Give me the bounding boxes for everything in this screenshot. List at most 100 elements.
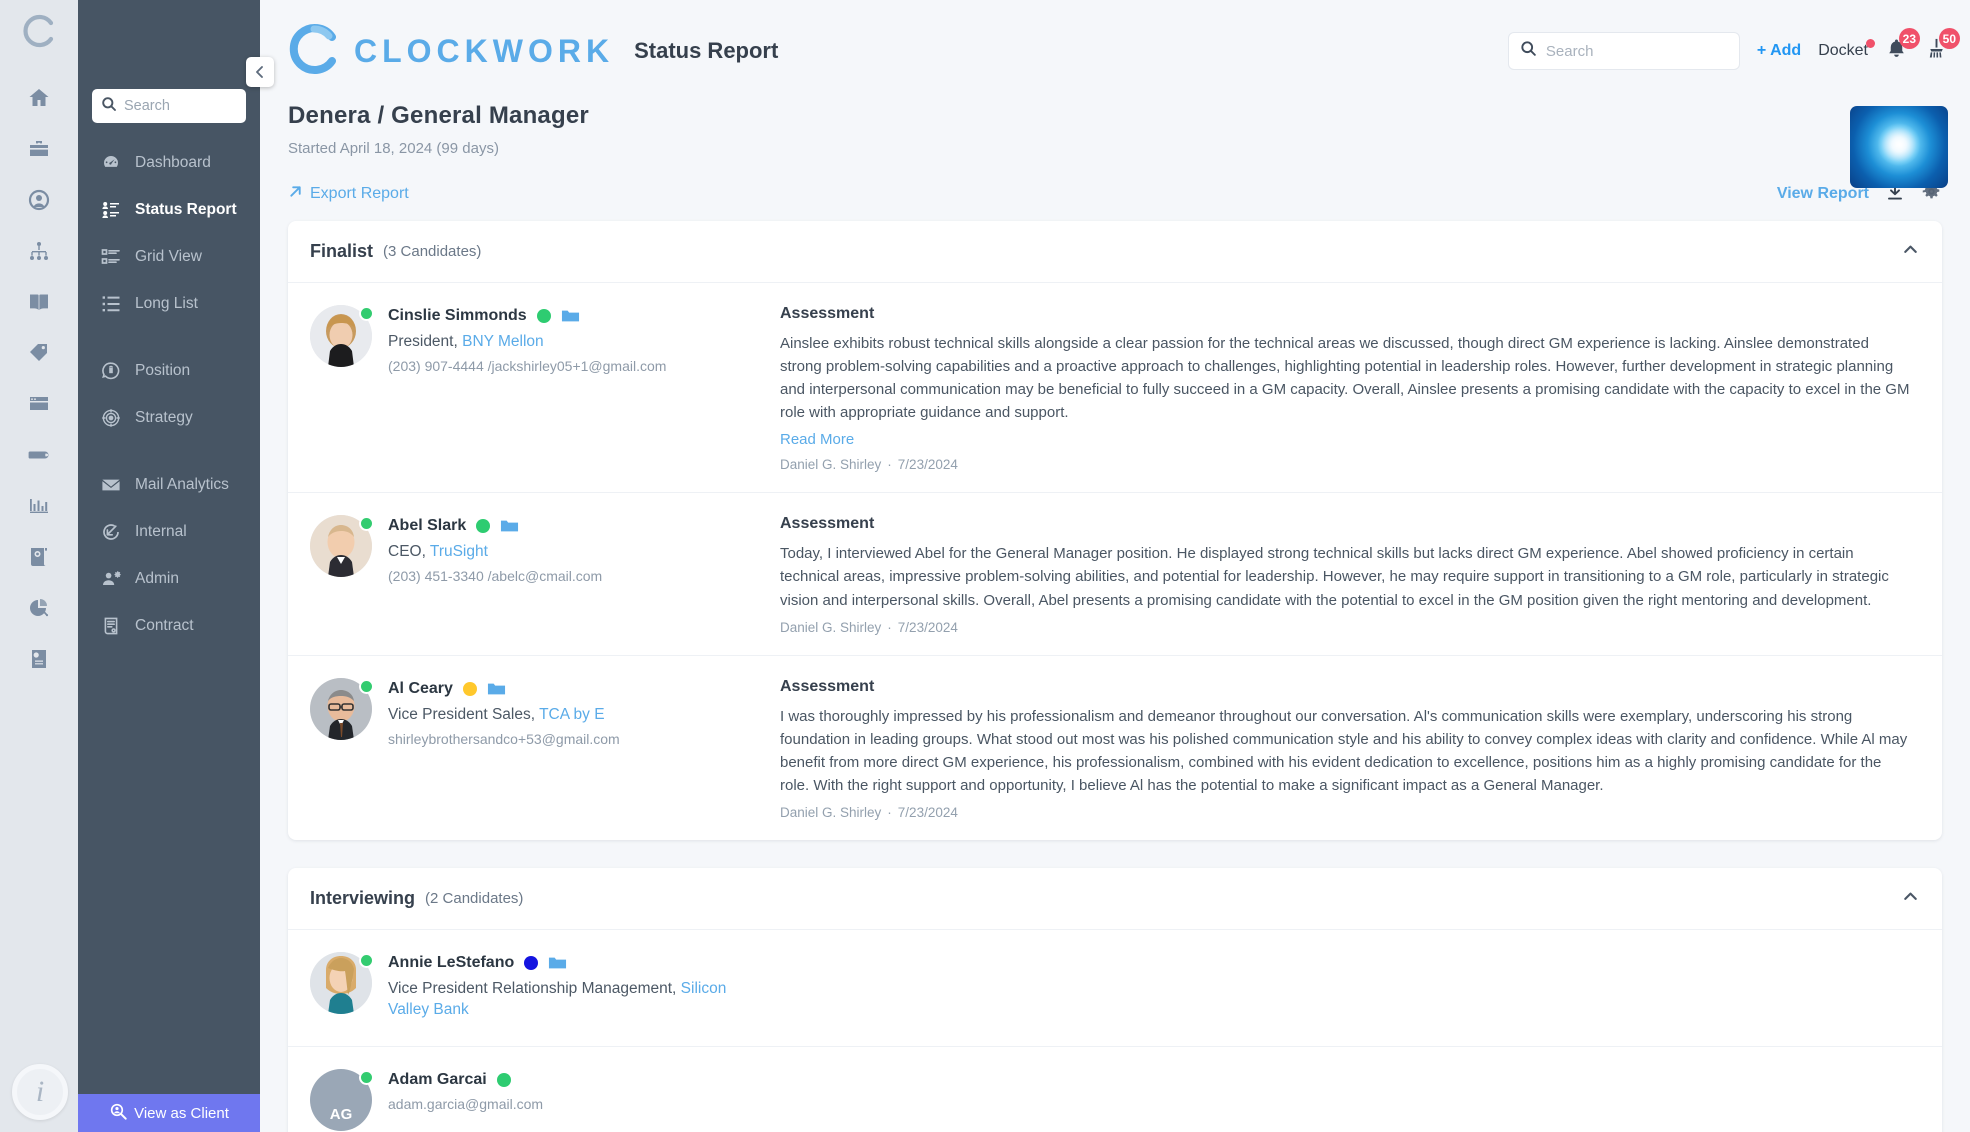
sidebar-item-label: Internal [135,523,187,541]
candidate-name-row: Cinslie Simmonds [388,307,666,325]
view-as-client-button[interactable]: View as Client [78,1094,260,1132]
page-section-title: Status Report [634,38,778,64]
candidate-name[interactable]: Abel Slark [388,517,466,535]
section-header[interactable]: Interviewing (2 Candidates) [288,868,1942,930]
view-as-client-icon [109,1102,128,1125]
home-icon[interactable] [16,75,62,121]
person-circle-icon[interactable] [16,177,62,223]
sidebar-item-label: Mail Analytics [135,476,229,494]
book-icon[interactable] [16,279,62,325]
bar-chart-icon[interactable] [16,483,62,529]
top-bar-actions: + Add Docket 23 50 [1508,32,1948,70]
certificate-icon[interactable] [16,534,62,580]
sidebar-item-contract[interactable]: Contract [78,602,260,649]
global-search-input[interactable] [1546,43,1728,60]
docket-button[interactable]: Docket [1818,42,1868,60]
candidate-name[interactable]: Al Ceary [388,680,453,698]
admin-gear-person-icon [100,569,122,589]
card-icon[interactable] [16,432,62,478]
view-as-client-label: View as Client [134,1105,229,1122]
avatar[interactable]: AG [310,1069,372,1131]
tasks-button[interactable]: 50 [1925,37,1948,65]
assessment-meta: Daniel G. Shirley·7/23/2024 [780,457,1914,472]
sidebar-item-strategy[interactable]: Strategy [78,394,260,441]
page-title: Denera / General Manager [288,102,1942,130]
sidebar-item-admin[interactable]: Admin [78,555,260,602]
sidebar-collapse-button[interactable] [246,57,274,87]
sidebar-item-label: Dashboard [135,154,211,172]
bell-icon [1885,47,1908,64]
report-action-row: Export Report View Report [260,157,1970,221]
nav-divider [78,441,260,461]
candidate-info: Adam Garcai adam.garcia@gmail.com [388,1069,543,1131]
avatar[interactable] [310,952,372,1014]
avatar[interactable] [310,305,372,367]
assessment-heading: Assessment [780,515,1914,533]
candidate-name[interactable]: Adam Garcai [388,1071,487,1089]
candidate-title-prefix: President, [388,333,462,350]
presence-dot [359,516,374,531]
global-search[interactable] [1508,32,1740,70]
candidate-name[interactable]: Cinslie Simmonds [388,307,527,325]
org-chart-icon[interactable] [16,228,62,274]
sidebar-item-label: Status Report [135,201,237,219]
chevron-up-icon[interactable] [1901,240,1920,264]
notifications-button[interactable]: 23 [1885,37,1908,65]
stage-status-dot [537,309,551,323]
assessment-author: Daniel G. Shirley [780,805,881,820]
candidate-row: Al Ceary Vice President Sales, TCA by E … [288,656,1942,840]
avatar[interactable] [310,515,372,577]
sidebar-item-label: Strategy [135,409,193,427]
candidate-company-link[interactable]: BNY Mellon [462,333,544,350]
sidebar-search[interactable] [92,89,246,123]
sidebar-item-position[interactable]: Position [78,347,260,394]
export-report-button[interactable]: Export Report [288,184,409,204]
folder-icon[interactable] [548,955,567,971]
folder-icon[interactable] [487,681,506,697]
read-more-link[interactable]: Read More [780,431,854,448]
window-icon[interactable] [16,381,62,427]
assessment-block: Assessment I was thoroughly impressed by… [780,678,1920,820]
candidate-title: President, BNY Mellon [388,332,666,353]
folder-icon[interactable] [561,308,580,324]
candidate-profile: AG Adam Garcai adam.garcia@gmail.com [310,1069,780,1131]
sidebar-item-status-report[interactable]: Status Report [78,186,260,233]
folder-icon[interactable] [500,518,519,534]
section-title: Finalist [310,241,373,262]
chevron-up-icon[interactable] [1901,887,1920,911]
section-title: Interviewing [310,888,415,909]
candidate-title: CEO, TruSight [388,542,602,563]
assessment-text: Today, I interviewed Abel for the Genera… [780,542,1914,611]
sidebar-item-internal[interactable]: Internal [78,508,260,555]
sidebar-item-label: Long List [135,295,198,313]
section-header[interactable]: Finalist (3 Candidates) [288,221,1942,283]
candidate-name[interactable]: Annie LeStefano [388,954,514,972]
sidebar-item-dashboard[interactable]: Dashboard [78,139,260,186]
info-button[interactable]: i [12,1064,68,1120]
sidebar-item-long-list[interactable]: Long List [78,280,260,327]
search-icon [1520,40,1537,62]
sidebar-item-mail-analytics[interactable]: Mail Analytics [78,461,260,508]
position-icon [100,361,122,381]
presence-dot [359,306,374,321]
briefcase-icon[interactable] [16,126,62,172]
add-button[interactable]: + Add [1757,42,1801,60]
tag-icon[interactable] [16,330,62,376]
candidate-company-link[interactable]: TruSight [430,543,488,560]
avatar[interactable] [310,678,372,740]
candidate-profile: Al Ceary Vice President Sales, TCA by E … [310,678,780,820]
sidebar-search-input[interactable] [124,98,237,114]
sidebar-item-grid-view[interactable]: Grid View [78,233,260,280]
report-doc-icon[interactable] [16,636,62,682]
candidate-name-row: Adam Garcai [388,1071,543,1089]
pie-percent-icon[interactable] [16,585,62,631]
candidate-title: Vice President Relationship Management, … [388,979,758,1021]
brand-wordmark: CLOCKWORK [354,33,614,70]
clockwork-c-logo [22,14,56,53]
docket-unread-dot [1866,39,1875,48]
candidate-contact: adam.garcia@gmail.com [388,1096,543,1112]
candidate-profile: Abel Slark CEO, TruSight (203) 451-3340 … [310,515,780,634]
icon-rail: i [0,0,78,1132]
candidate-company-link[interactable]: TCA by E [539,706,604,723]
candidate-info: Annie LeStefano Vice President Relations… [388,952,758,1026]
